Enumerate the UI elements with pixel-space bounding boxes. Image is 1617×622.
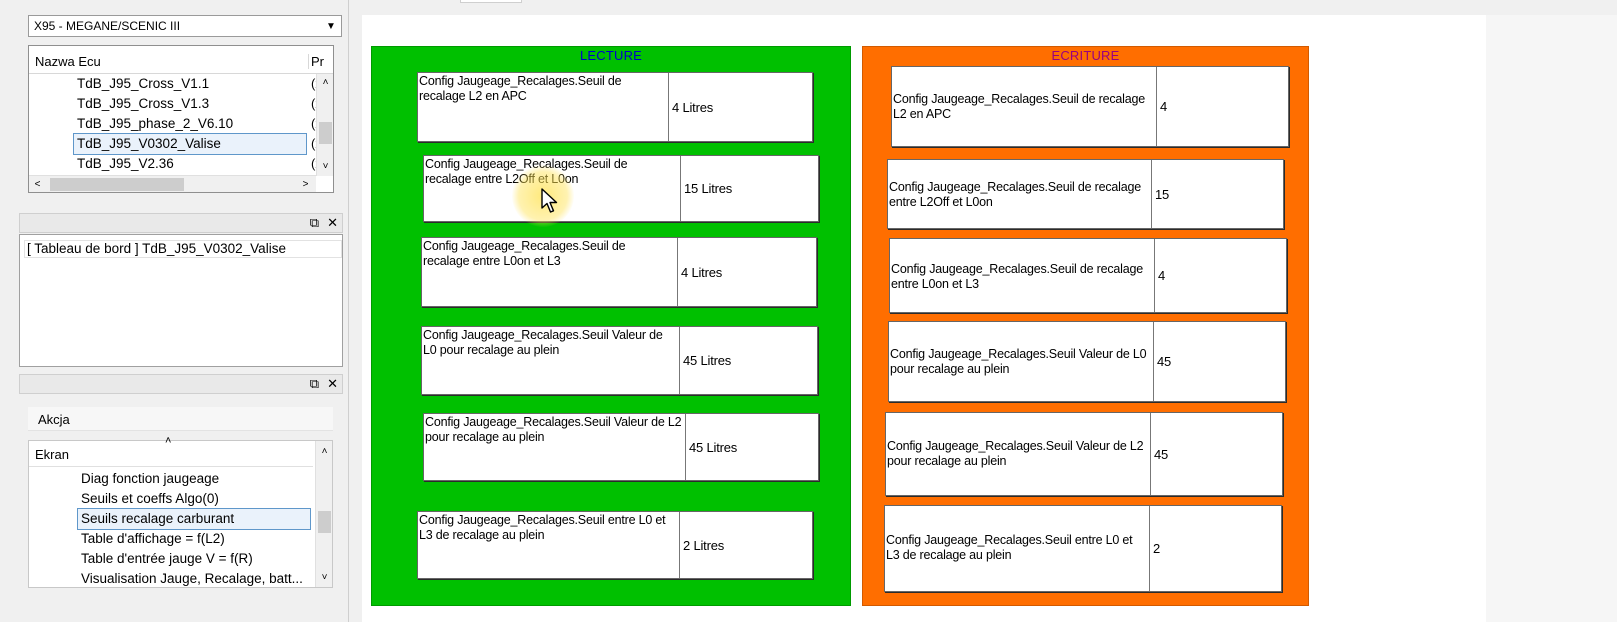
chevron-down-icon[interactable]: ▼ bbox=[321, 16, 341, 36]
sort-up-icon: ˄ bbox=[165, 435, 172, 447]
ecu-list-hscroll[interactable]: < > bbox=[29, 175, 316, 192]
info-panel-titlebar: ⧉ ✕ bbox=[19, 213, 343, 233]
field-value: 45 Litres bbox=[685, 414, 818, 480]
action-header-label: Akcja bbox=[38, 412, 70, 427]
scroll-down-icon[interactable]: ˅ bbox=[316, 569, 333, 586]
field-label: Config Jaugeage_Recalages.Seuil de recal… bbox=[891, 262, 1144, 291]
left-pane: X95 - MEGANE/SCENIC III ▼ Nazwa Ecu Pr T… bbox=[0, 0, 355, 622]
column-header-pr[interactable]: Pr bbox=[308, 54, 324, 69]
vehicle-select-value: X95 - MEGANE/SCENIC III bbox=[34, 19, 181, 33]
ecriture-input[interactable]: 45 bbox=[1153, 322, 1285, 401]
screen-list: Ekran ˄ Diag fonction jaugeage Seuils et… bbox=[28, 435, 333, 589]
scroll-thumb[interactable] bbox=[319, 122, 332, 144]
ecu-row[interactable]: TdB_J95_phase_2_V6.10 bbox=[77, 114, 233, 134]
ecu-row-selected[interactable]: TdB_J95_V0302_Valise bbox=[73, 133, 307, 155]
close-icon[interactable]: ✕ bbox=[327, 376, 338, 392]
scroll-thumb[interactable] bbox=[318, 511, 331, 533]
scroll-up-icon[interactable]: ˄ bbox=[317, 74, 333, 91]
ecriture-field: Config Jaugeage_Recalages.Seuil Valeur d… bbox=[888, 321, 1286, 402]
lecture-field: Config Jaugeage_Recalages.Seuil de recal… bbox=[421, 237, 817, 307]
ecu-row[interactable]: TdB_J95_V2.36 bbox=[77, 154, 174, 174]
field-value: 4 Litres bbox=[668, 73, 812, 141]
screen-item[interactable]: Visualisation Jauge, Recalage, batt... bbox=[81, 569, 303, 589]
field-label: Config Jaugeage_Recalages.Seuil de recal… bbox=[419, 74, 622, 103]
ecriture-input[interactable]: 4 bbox=[1156, 67, 1288, 146]
lecture-field: Config Jaugeage_Recalages.Seuil Valeur d… bbox=[423, 413, 819, 481]
close-icon[interactable]: ✕ bbox=[327, 215, 338, 231]
field-value: 45 Litres bbox=[679, 327, 817, 394]
screen-list-vscroll[interactable]: ˄ ˅ bbox=[315, 441, 332, 587]
column-header-name[interactable]: Nazwa Ecu bbox=[35, 54, 101, 69]
ecu-list-vscroll[interactable]: ˄ ˅ bbox=[316, 74, 333, 176]
field-label: Config Jaugeage_Recalages.Seuil Valeur d… bbox=[425, 415, 682, 444]
lecture-field: Config Jaugeage_Recalages.Seuil de recal… bbox=[417, 72, 813, 142]
lecture-field: Config Jaugeage_Recalages.Seuil de recal… bbox=[423, 155, 819, 222]
lecture-field: Config Jaugeage_Recalages.Seuil Valeur d… bbox=[421, 326, 818, 395]
scroll-right-icon[interactable]: > bbox=[297, 176, 314, 192]
ecriture-field: Config Jaugeage_Recalages.Seuil entre L0… bbox=[884, 505, 1282, 592]
restore-icon[interactable]: ⧉ bbox=[310, 376, 319, 392]
field-label: Config Jaugeage_Recalages.Seuil Valeur d… bbox=[890, 347, 1147, 376]
field-label: Config Jaugeage_Recalages.Seuil Valeur d… bbox=[423, 328, 663, 357]
screen-item-selected[interactable]: Seuils recalage carburant bbox=[77, 508, 311, 530]
field-label: Config Jaugeage_Recalages.Seuil de recal… bbox=[423, 239, 626, 268]
scroll-up-icon[interactable]: ˄ bbox=[316, 443, 333, 460]
screen-item[interactable]: Table d'affichage = f(L2) bbox=[81, 529, 225, 549]
ecriture-field: Config Jaugeage_Recalages.Seuil de recal… bbox=[887, 159, 1284, 229]
lecture-title: LECTURE bbox=[579, 48, 643, 63]
ecriture-field: Config Jaugeage_Recalages.Seuil de recal… bbox=[889, 238, 1287, 313]
ecriture-field: Config Jaugeage_Recalages.Seuil de recal… bbox=[891, 66, 1289, 147]
tab-stub[interactable] bbox=[460, 0, 522, 3]
ecriture-title: ECRITURE bbox=[1051, 48, 1120, 63]
action-panel-titlebar: ⧉ ✕ bbox=[19, 374, 343, 394]
mouse-pointer-icon bbox=[541, 188, 558, 213]
scroll-thumb[interactable] bbox=[50, 178, 184, 191]
ecriture-input[interactable]: 2 bbox=[1149, 506, 1281, 591]
ecu-row[interactable]: TdB_J95_Cross_V1.3 bbox=[77, 94, 209, 114]
field-label: Config Jaugeage_Recalages.Seuil entre L0… bbox=[419, 513, 666, 542]
info-panel: [ Tableau de bord ] TdB_J95_V0302_Valise bbox=[19, 234, 343, 367]
action-header: Akcja bbox=[28, 407, 333, 431]
field-value: 15 Litres bbox=[680, 156, 818, 221]
ecriture-input[interactable]: 4 bbox=[1154, 239, 1286, 312]
lecture-field: Config Jaugeage_Recalages.Seuil entre L0… bbox=[417, 511, 813, 579]
field-value: 2 Litres bbox=[679, 512, 812, 578]
screen-item[interactable]: Seuils et coeffs Algo(0) bbox=[81, 489, 219, 509]
ecu-list-header: Nazwa Ecu Pr bbox=[29, 46, 333, 74]
ecriture-field: Config Jaugeage_Recalages.Seuil Valeur d… bbox=[885, 412, 1283, 496]
field-label: Config Jaugeage_Recalages.Seuil entre L0… bbox=[886, 533, 1133, 562]
restore-icon[interactable]: ⧉ bbox=[310, 215, 319, 231]
scroll-left-icon[interactable]: < bbox=[29, 176, 46, 192]
screen-item[interactable]: Diag fonction jaugeage bbox=[81, 469, 219, 489]
screen-list-header[interactable]: Ekran ˄ bbox=[29, 435, 313, 467]
vehicle-select[interactable]: X95 - MEGANE/SCENIC III ▼ bbox=[28, 15, 342, 37]
right-margin bbox=[1486, 15, 1617, 622]
column-header-ekran: Ekran bbox=[35, 447, 69, 462]
ecriture-input[interactable]: 45 bbox=[1150, 413, 1282, 495]
field-value: 4 Litres bbox=[677, 238, 816, 306]
ecriture-input[interactable]: 15 bbox=[1151, 160, 1283, 228]
info-line: [ Tableau de bord ] TdB_J95_V0302_Valise bbox=[24, 240, 342, 258]
ecu-row[interactable]: TdB_J95_Cross_V1.1 bbox=[77, 74, 209, 94]
field-label: Config Jaugeage_Recalages.Seuil Valeur d… bbox=[887, 439, 1144, 468]
scroll-down-icon[interactable]: ˅ bbox=[317, 158, 333, 175]
field-label: Config Jaugeage_Recalages.Seuil de recal… bbox=[893, 92, 1146, 121]
field-label: Config Jaugeage_Recalages.Seuil de recal… bbox=[889, 180, 1142, 209]
screen-item[interactable]: Table d'entrée jauge V = f(R) bbox=[81, 549, 253, 569]
ecu-list: Nazwa Ecu Pr TdB_J95_Cross_V1.1 (x TdB_J… bbox=[28, 45, 334, 193]
